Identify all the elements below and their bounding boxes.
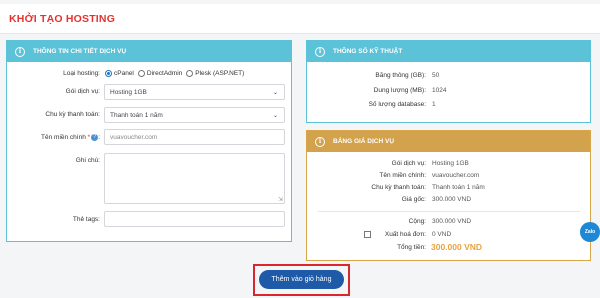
service-package-select[interactable]: Hosting 1GB ⌄ [104,84,285,100]
radio-directadmin[interactable]: DirectAdmin [137,70,183,77]
spec-label: Số lượng database: [368,101,426,108]
spec-value: 50 [432,72,440,79]
page-title: KHỞI TẠO HOSTING [9,13,116,25]
specs-panel: i THÔNG SỐ KỸ THUẬT [306,40,591,123]
pricing-label: Chu kỳ thanh toán: [371,184,426,191]
radio-plesk[interactable]: Plesk (ASP.NET) [186,70,244,77]
billing-cycle-select[interactable]: Thanh toán 1 năm ⌄ [104,107,285,123]
zalo-chat-button[interactable]: Zalo [580,222,600,242]
pricing-label: Giá gốc: [401,196,426,203]
info-icon: i [315,136,325,147]
subtotal-value: 300.000 VND [432,218,472,225]
divider [318,211,580,212]
help-icon[interactable]: ? [91,134,99,141]
tags-input[interactable] [104,211,285,227]
tags-label: Thẻ tags: [72,216,100,223]
note-textarea[interactable]: ⇲ [104,153,285,204]
specs-title: THÔNG SỐ KỸ THUẬT [333,48,403,55]
subtotal-label: Cộng: [408,218,426,225]
invoice-value: 0 VND [432,231,452,238]
total-label: Tổng tiền: [397,244,426,251]
info-icon: i [315,46,325,57]
radio-plesk-label: Plesk (ASP.NET) [195,70,245,77]
pricing-header: i BẢNG GIÁ DỊCH VỤ [307,131,590,152]
domain-input[interactable]: vuavoucher.com [104,129,285,145]
page: KHỞI TẠO HOSTING i THÔNG TIN CHI TIẾT DỊ… [0,0,600,298]
radio-cpanel[interactable]: cPanel [105,70,134,77]
pricing-value: vuavoucher.com [432,172,480,179]
hosting-type-label: Loại hosting: [63,70,100,77]
pricing-value: 300.000 VND [432,196,472,203]
chevron-down-icon: ⌄ [272,113,278,119]
invoice-label: Xuất hoá đơn: [384,231,426,238]
specs-header: i THÔNG SỐ KỸ THUẬT [307,41,590,62]
note-label: Ghi chú: [75,157,100,164]
service-package-label: Gói dịch vụ: [65,88,100,95]
radio-plesk-indicator[interactable] [186,70,194,77]
spec-value: 1024 [432,87,447,94]
service-details-header: i THÔNG TIN CHI TIẾT DỊCH VỤ [7,41,291,62]
pricing-title: BẢNG GIÁ DỊCH VỤ [333,138,395,145]
domain-label-text: Tên miền chính [41,134,86,142]
domain-label: Tên miền chính *?: [41,134,100,142]
billing-cycle-value: Thanh toán 1 năm [110,111,163,119]
spec-label: Băng thông (GB): [375,72,426,79]
resize-grip-icon[interactable]: ⇲ [278,196,283,203]
service-package-value: Hosting 1GB [110,88,147,96]
chevron-down-icon: ⌄ [272,90,278,96]
hosting-type-radio-group: cPanel DirectAdmin Plesk (ASP.NET) [105,70,248,77]
radio-directadmin-indicator[interactable] [137,70,145,77]
required-mark: * [87,134,91,142]
pricing-value: Thanh toán 1 năm [432,184,485,191]
spec-label: Dung lượng (MB): [373,87,426,94]
billing-cycle-label: Chu kỳ thanh toán: [45,111,100,118]
pricing-label: Tên miền chính: [379,172,426,179]
radio-cpanel-label: cPanel [114,70,134,77]
service-details-title: THÔNG TIN CHI TIẾT DỊCH VỤ [33,48,127,55]
title-bar: KHỞI TẠO HOSTING [0,4,600,34]
total-value: 300.000 VND [431,242,483,252]
pricing-value: Hosting 1GB [432,160,469,167]
pricing-label: Gói dịch vụ: [391,160,426,167]
radio-directadmin-label: DirectAdmin [146,70,183,77]
add-to-cart-button[interactable]: Thêm vào giỏ hàng [259,270,344,289]
radio-cpanel-indicator[interactable] [105,70,112,77]
spec-value: 1 [432,101,436,108]
info-icon: i [15,46,25,57]
